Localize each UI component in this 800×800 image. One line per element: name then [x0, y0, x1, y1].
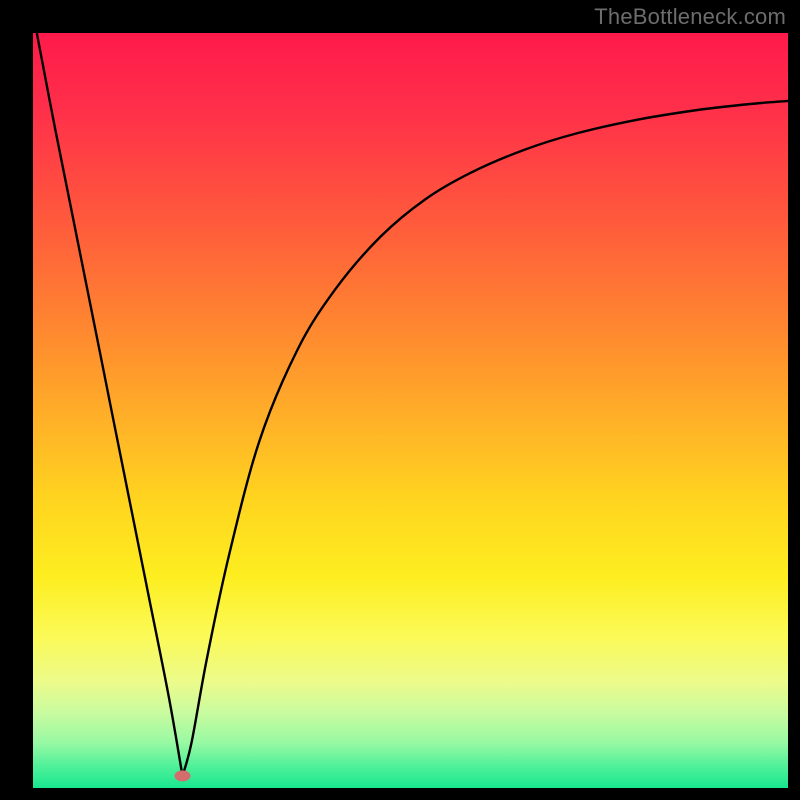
- watermark-text: TheBottleneck.com: [594, 4, 786, 30]
- bottleneck-curve: [33, 33, 788, 788]
- min-marker: [175, 770, 191, 781]
- curve-path: [37, 33, 788, 776]
- chart-frame: TheBottleneck.com: [0, 0, 800, 800]
- plot-area: [33, 33, 788, 788]
